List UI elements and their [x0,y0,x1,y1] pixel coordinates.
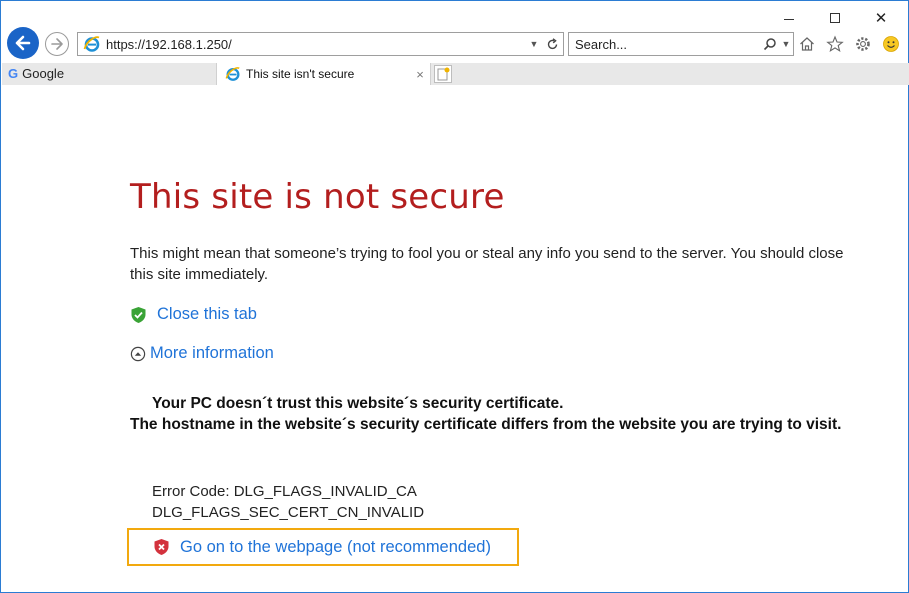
search-icon [763,38,776,51]
back-button[interactable] [7,27,39,59]
forward-arrow-icon [51,38,63,50]
error-codes: Error Code: DLG_FLAGS_INVALID_CA DLG_FLA… [152,481,424,523]
new-tab-icon [437,67,450,81]
home-icon [800,37,814,51]
close-tab-link[interactable]: Close this tab [130,305,257,324]
more-information-link[interactable]: More information [130,344,274,363]
message-line-1: Your PC doesn´t trust this website´s sec… [152,395,564,412]
favorites-star-icon [826,35,844,53]
refresh-icon [547,37,557,49]
expand-circle-icon [130,346,146,361]
refresh-button[interactable] [541,37,563,51]
ie-icon [225,67,240,81]
google-icon: G [8,66,19,81]
minimize-icon [784,18,794,20]
close-tab-label[interactable]: Close this tab [157,305,257,324]
settings-button[interactable] [852,33,874,55]
search-input[interactable] [575,36,761,52]
ie-icon [83,36,100,52]
favorites-button[interactable] [824,33,846,55]
maximize-button[interactable] [812,7,858,29]
tab-title: This site isn't secure [246,67,355,81]
page-description: This might mean that someone’s trying to… [130,245,844,283]
address-dropdown-icon[interactable]: ▼ [527,39,541,49]
window-controls: ✕ [766,7,904,29]
tab-active[interactable]: This site isn't secure × [216,63,431,85]
more-information-label[interactable]: More information [150,344,274,363]
certificate-message: Your PC doesn´t trust this website´s sec… [130,393,880,435]
error-code-line-1: Error Code: DLG_FLAGS_INVALID_CA [152,483,417,500]
go-on-label[interactable]: Go on to the webpage (not recommended) [180,538,491,557]
search-dropdown-icon[interactable]: ▼ [779,39,793,49]
address-text[interactable]: https://192.168.1.250/ [106,37,527,52]
address-bar[interactable]: https://192.168.1.250/ ▼ [77,32,564,56]
browser-window: ✕ https://192.168.1.250/ ▼ ▼ [0,0,909,593]
close-window-button[interactable]: ✕ [858,7,904,29]
go-on-button[interactable]: Go on to the webpage (not recommended) [127,528,519,566]
back-arrow-icon [15,35,31,51]
error-code-line-2: DLG_FLAGS_SEC_CERT_CN_INVALID [152,504,425,521]
tab-close-button[interactable]: × [410,67,430,82]
favorite-label: Google [22,66,65,81]
maximize-icon [830,13,840,23]
feedback-button[interactable] [880,33,902,55]
favorite-google[interactable]: G Google [8,66,64,81]
minimize-button[interactable] [766,7,812,29]
home-button[interactable] [796,33,818,55]
page-title: This site is not secure [130,177,505,217]
toolbar-icons [796,33,902,55]
tab-bar: G Google This site isn't secure × [2,63,909,85]
search-button[interactable] [761,37,779,51]
forward-button[interactable] [45,32,69,56]
settings-gear-icon [856,37,870,51]
red-shield-icon [154,539,169,555]
navigation-bar: https://192.168.1.250/ ▼ ▼ [1,27,908,61]
new-tab-button[interactable] [434,65,452,83]
smiley-icon [883,36,899,52]
green-shield-icon [131,306,146,323]
message-line-2: The hostname in the website´s security c… [130,416,842,433]
search-box[interactable]: ▼ [568,32,794,56]
